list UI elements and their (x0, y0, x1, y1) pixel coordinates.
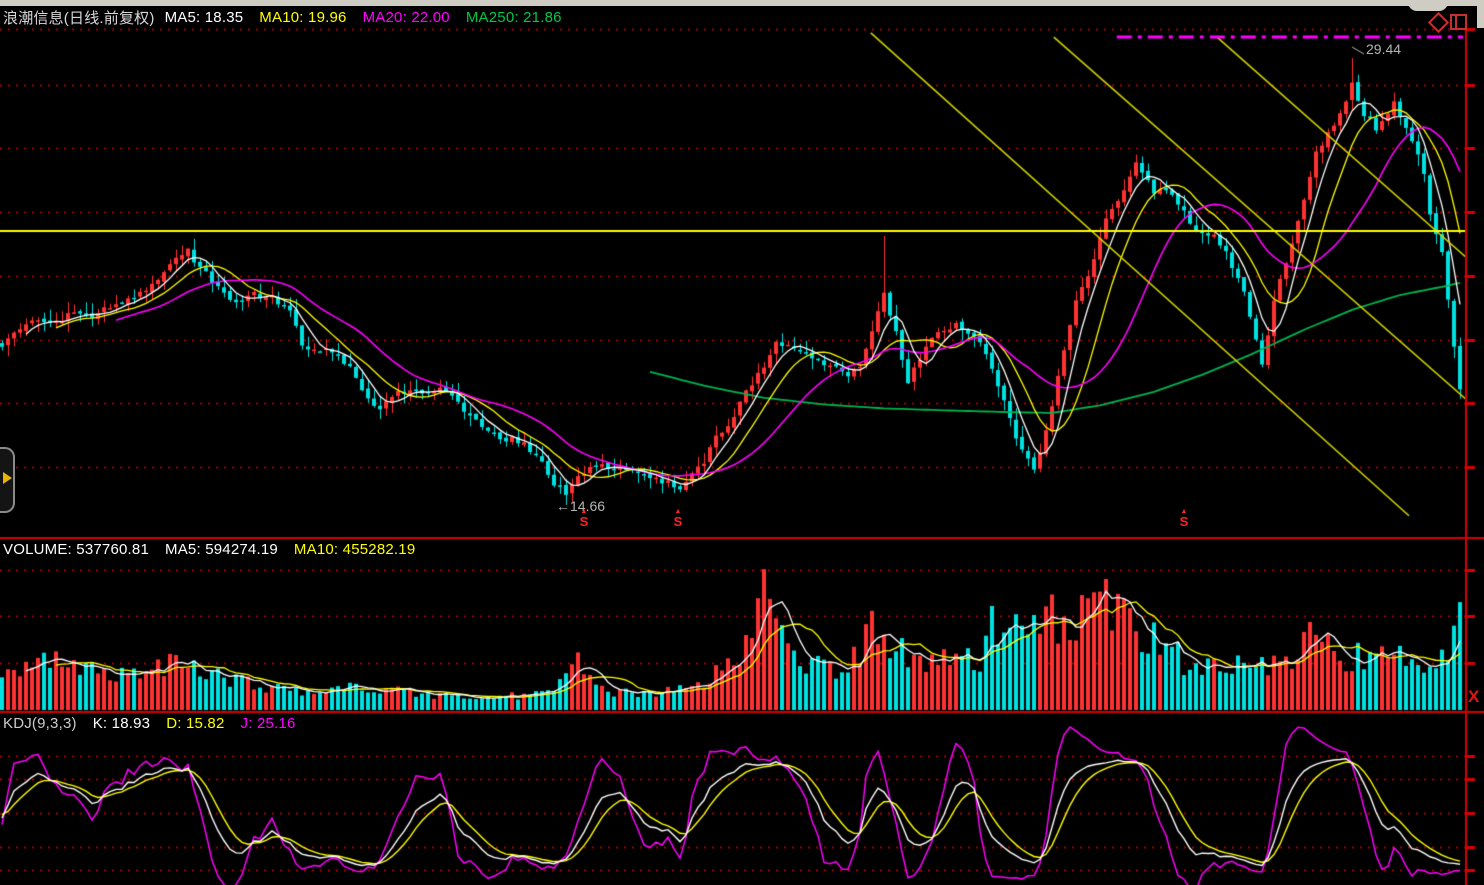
main-chart-header: 浪潮信息(日线.前复权) MA5: 18.35 MA10: 19.96 MA20… (3, 7, 578, 28)
stock-title: 浪潮信息(日线.前复权) (3, 7, 155, 28)
ex-rights-marker: ▲ S (577, 509, 591, 528)
window-top-edge (0, 0, 1484, 6)
app-window: 浪潮信息(日线.前复权) MA5: 18.35 MA10: 19.96 MA20… (0, 0, 1484, 885)
volume-pane-header: VOLUME: 537760.81 MA5: 594274.19 MA10: 4… (3, 541, 431, 558)
left-panel-expand-handle[interactable] (0, 447, 15, 513)
indicator-close-icon[interactable]: X (1468, 688, 1479, 705)
ma20-readout: MA20: 22.00 (363, 9, 450, 26)
kdj-indicator-label: KDJ(9,3,3) (3, 715, 77, 732)
expand-arrow-icon (3, 472, 12, 484)
ma10-readout: MA10: 19.96 (259, 9, 346, 26)
split-window-icon-divider (1455, 16, 1457, 28)
kdj-pane-header: KDJ(9,3,3) K: 18.93 D: 15.82 J: 25.16 (3, 715, 312, 732)
split-window-icon[interactable] (1450, 14, 1467, 30)
kdj-k-readout: K: 18.93 (93, 715, 151, 732)
volume-readout: VOLUME: 537760.81 (3, 541, 149, 558)
ma250-readout: MA250: 21.86 (466, 9, 562, 26)
kdj-d-readout: D: 15.82 (166, 715, 224, 732)
volume-ma10-readout: MA10: 455282.19 (294, 541, 415, 558)
ex-rights-marker: ▲ S (1177, 509, 1191, 528)
window-top-right-corner (1477, 0, 1484, 28)
volume-ma5-readout: MA5: 594274.19 (165, 541, 278, 558)
ma5-readout: MA5: 18.35 (165, 9, 244, 26)
kdj-j-readout: J: 25.16 (241, 715, 296, 732)
ex-rights-marker: ▲ S (671, 509, 685, 528)
chart-canvas[interactable] (0, 0, 1484, 885)
window-top-tab (1408, 0, 1448, 11)
high-price-annotation: 29.44 (1366, 41, 1401, 57)
